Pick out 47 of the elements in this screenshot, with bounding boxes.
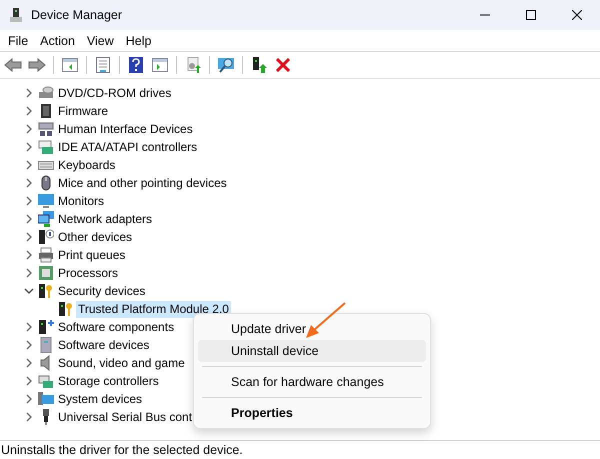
tree-item[interactable]: System devices <box>56 390 144 408</box>
controller-icon <box>38 139 54 155</box>
tree-item[interactable]: IDE ATA/ATAPI controllers <box>56 138 200 156</box>
processor-icon <box>38 265 54 281</box>
tree-item[interactable]: Other devices <box>56 228 134 246</box>
device-manager-icon <box>8 7 24 23</box>
maximize-icon <box>526 10 536 20</box>
security-key-icon <box>38 283 54 299</box>
tree-item[interactable]: Universal Serial Bus cont <box>56 408 194 426</box>
tree-item[interactable]: Software devices <box>56 336 152 354</box>
tree-item[interactable]: DVD/CD-ROM drives <box>56 84 174 102</box>
menu-item[interactable]: Update driver <box>198 318 426 340</box>
tree-item[interactable]: Trusted Platform Module 2.0 <box>76 300 231 318</box>
tree-item[interactable]: Print queues <box>56 246 128 264</box>
menu-item[interactable]: Scan for hardware changes <box>198 371 426 393</box>
tree-item[interactable]: Sound, video and game <box>56 354 187 372</box>
menu-item[interactable]: Uninstall device <box>198 340 426 362</box>
network-icon <box>38 211 54 227</box>
tree-item[interactable]: Processors <box>56 264 120 282</box>
printer-icon <box>38 247 54 263</box>
close-icon <box>572 10 582 20</box>
menu-item[interactable]: File <box>2 30 34 50</box>
menu-item[interactable]: Help <box>120 30 158 50</box>
tree-item[interactable]: Monitors <box>56 192 106 210</box>
software-device-icon <box>38 337 54 353</box>
tree-item[interactable]: Human Interface Devices <box>56 120 195 138</box>
menu-item[interactable]: Properties <box>198 402 426 424</box>
status-text: Uninstalls the driver for the selected device. <box>1 442 243 459</box>
unknown-device-icon <box>38 229 54 245</box>
tree-item[interactable]: Firmware <box>56 102 110 120</box>
storage-icon <box>38 373 54 389</box>
menu-item[interactable]: Action <box>34 30 81 50</box>
tree-item[interactable]: Security devices <box>56 282 148 300</box>
tree-item[interactable]: Network adapters <box>56 210 154 228</box>
software-component-icon <box>38 319 54 335</box>
window-title: Device Manager <box>31 6 122 24</box>
chip-icon <box>38 103 54 119</box>
tree-item[interactable]: Software components <box>56 318 176 336</box>
menu-item[interactable]: View <box>80 30 120 50</box>
monitor-icon <box>38 193 54 209</box>
system-icon <box>38 391 54 407</box>
tree-item[interactable]: Keyboards <box>56 156 118 174</box>
security-key-icon <box>58 301 74 317</box>
tree-item[interactable]: Storage controllers <box>56 372 161 390</box>
drive-icon <box>38 85 54 101</box>
tree-item[interactable]: Mice and other pointing devices <box>56 174 229 192</box>
input-device-icon <box>38 121 54 137</box>
